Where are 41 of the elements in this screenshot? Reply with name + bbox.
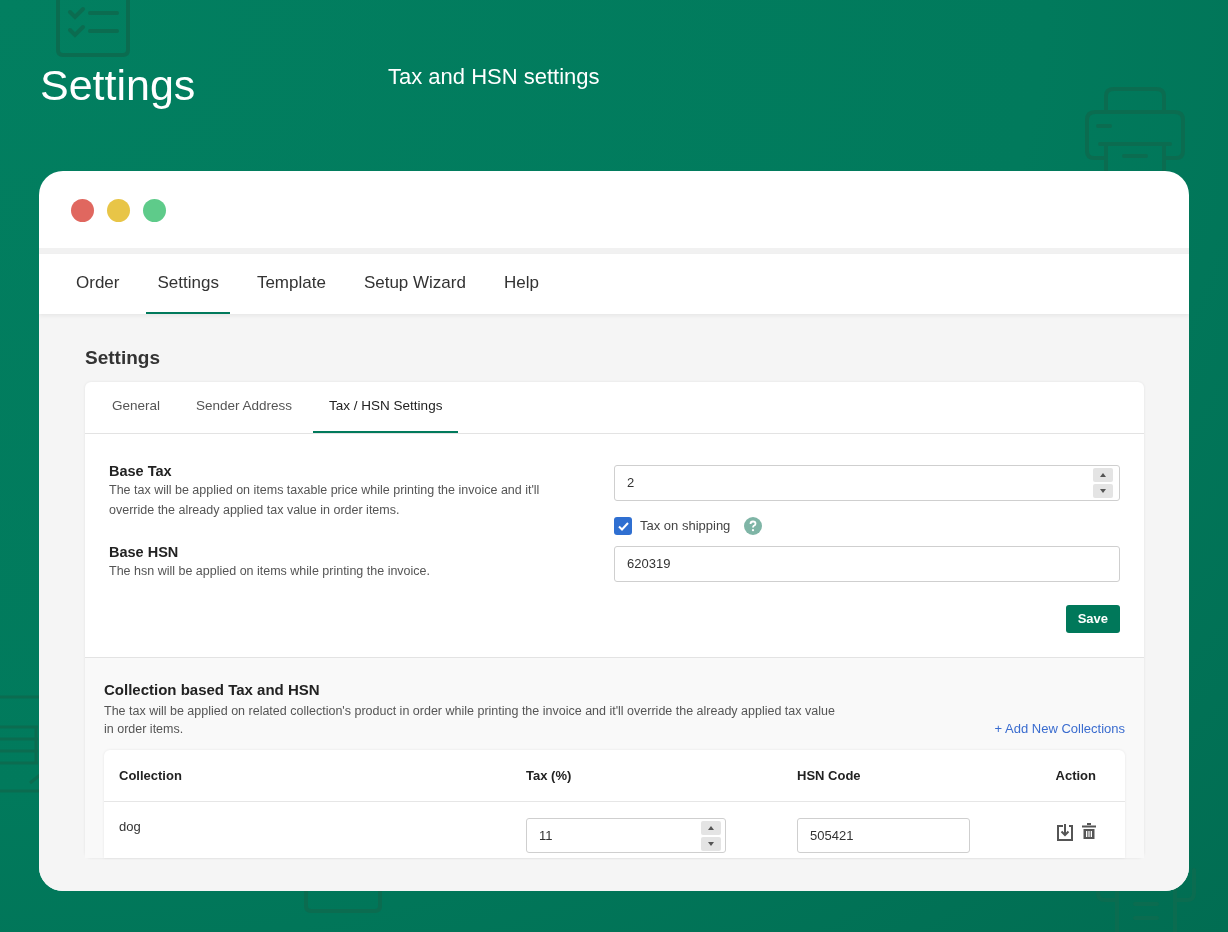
checkbox-label: Tax on shipping (640, 517, 731, 536)
base-hsn-field[interactable]: 620319 (614, 546, 1120, 582)
base-tax-field[interactable]: 2 (614, 465, 1120, 501)
increment-button[interactable] (701, 820, 721, 835)
nav-tab[interactable]: Order (65, 254, 131, 314)
field-label: Base HSN (109, 543, 180, 561)
nav-tab[interactable]: Setup Wizard (352, 254, 477, 314)
increment-button[interactable] (1093, 468, 1113, 482)
field-label: Base Tax (109, 462, 173, 480)
collections-heading: Collection based Tax and HSN (104, 681, 321, 699)
page-subtitle: Tax and HSN settings (388, 64, 600, 90)
checkbox[interactable] (614, 517, 632, 535)
nav-tab[interactable]: Template (245, 254, 337, 314)
field-description: The hsn will be applied on items while printing the invoice. (109, 563, 431, 580)
section-tab[interactable]: Sender Address (181, 382, 308, 433)
nav-tab[interactable]: Help (492, 254, 550, 314)
column-header: Tax (%) (526, 766, 573, 785)
decrement-button[interactable] (701, 836, 721, 851)
checkmark-icon (617, 521, 629, 531)
section-tab[interactable]: General (97, 382, 176, 433)
add-collections-link[interactable]: + Add New Collections (994, 718, 1125, 738)
down-caret-icon (1100, 489, 1106, 493)
column-header: HSN Code (797, 766, 862, 785)
up-caret-icon (708, 825, 714, 830)
down-caret-icon (708, 841, 714, 846)
collections-description: The tax will be applied on related collection's product in order while printing the invoice and it'll override the already applied tax value in order items. (104, 703, 836, 738)
decrement-button[interactable] (1093, 484, 1113, 498)
page-heading: Settings (40, 60, 197, 111)
column-header: Collection (119, 766, 183, 785)
hsn-field[interactable]: 505421 (797, 818, 970, 853)
column-header: Action (1055, 766, 1096, 785)
table-cell-text: dog (119, 818, 142, 836)
section-tab[interactable]: Tax / HSN Settings (313, 382, 459, 433)
tax-field[interactable]: 11 (526, 818, 726, 853)
field-description: The tax will be applied on items taxable price while printing the invoice and it'll override the already applied tax value in order items. (109, 482, 541, 519)
save-button[interactable]: Save (1065, 605, 1120, 633)
section-heading: Settings (85, 346, 161, 370)
up-caret-icon (1100, 473, 1106, 477)
delete-icon[interactable] (1082, 823, 1096, 840)
printer-icon (1084, 86, 1186, 172)
save-row-icon[interactable] (1056, 823, 1074, 842)
